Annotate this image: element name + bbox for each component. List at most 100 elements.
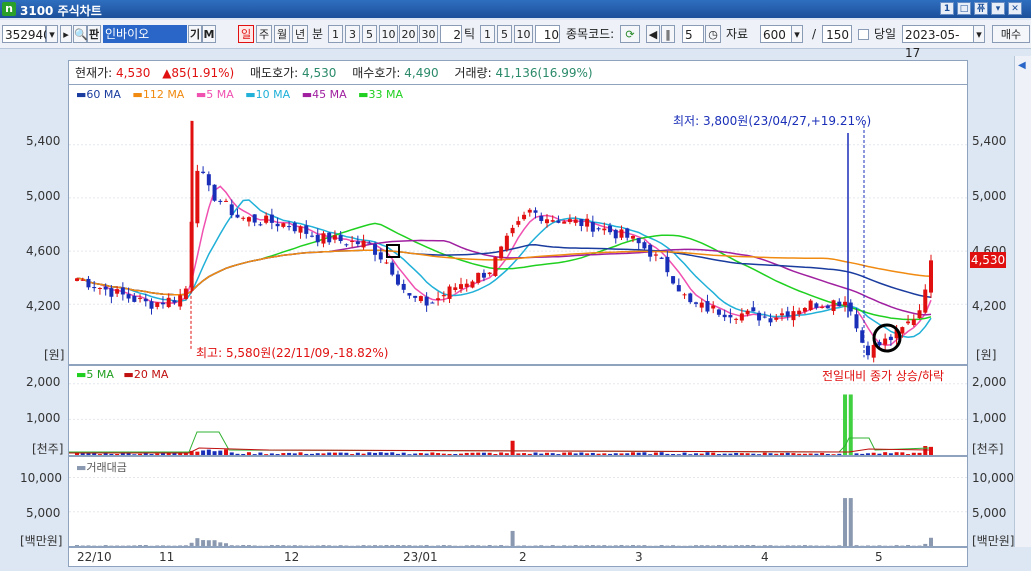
prev-icon[interactable]: ◀	[646, 25, 660, 43]
candle-body	[499, 246, 504, 259]
amt-unit-left: [백만원]	[20, 534, 63, 548]
candle-body	[235, 214, 240, 218]
window-button-4[interactable]: ▾	[991, 2, 1005, 15]
amount-bar	[659, 545, 664, 546]
period-day-button[interactable]: 일	[238, 25, 254, 43]
minute-3-button[interactable]: 3	[345, 25, 360, 43]
window-button-2[interactable]: □	[957, 2, 971, 15]
candle-body	[338, 235, 343, 242]
minute-1-button[interactable]: 1	[328, 25, 343, 43]
price-unit-right: [원]	[976, 348, 997, 362]
candle-body	[304, 225, 309, 234]
candle-body	[814, 303, 819, 308]
amount-bar	[395, 545, 400, 546]
candle-body	[464, 283, 469, 287]
sec-input[interactable]: 10	[535, 25, 560, 43]
minute-5-button[interactable]: 5	[362, 25, 377, 43]
refresh-icon[interactable]: ⟳	[620, 25, 640, 43]
candle-body	[246, 217, 251, 222]
candle-body	[573, 219, 578, 223]
volume: 41,136(16.99%)	[495, 66, 593, 80]
amount-bar	[252, 545, 257, 546]
volume-bar	[350, 454, 355, 455]
y-tick-right-4: 4,200	[972, 299, 1007, 313]
stock-code-input[interactable]: 352940	[2, 25, 51, 43]
amt-unit-right: [백만원]	[972, 534, 1015, 548]
candle-body	[476, 272, 481, 283]
buy-button[interactable]: 매수	[992, 25, 1030, 43]
amount-bar	[722, 545, 727, 546]
volume-bar	[292, 453, 297, 455]
amount-bar	[734, 545, 739, 546]
amount-bar	[447, 545, 452, 546]
candle-body	[579, 219, 584, 227]
minute-30-button[interactable]: 30	[419, 25, 438, 43]
candle-body	[321, 233, 326, 244]
amount-bar	[636, 545, 641, 546]
volume-bar	[699, 453, 704, 455]
volume-bar	[659, 452, 664, 455]
volume-bar	[562, 452, 567, 455]
minute-10-button[interactable]: 10	[379, 25, 398, 43]
amount-bar	[418, 545, 423, 546]
code-dropdown-icon[interactable]: ▾	[46, 25, 58, 43]
search-icon[interactable]: 🔍	[73, 25, 88, 43]
data-count-select[interactable]: 600	[760, 25, 792, 43]
price-unit-left: [원]	[44, 348, 65, 362]
date-input[interactable]: 2023-05-17	[902, 25, 974, 60]
candle-body	[762, 316, 767, 318]
candle-body	[779, 313, 784, 316]
sec-1-button[interactable]: 1	[480, 25, 495, 43]
today-checkbox[interactable]	[858, 29, 869, 40]
window-button-3[interactable]: 퓨	[974, 2, 988, 15]
amount-bar	[155, 545, 160, 546]
volume-bar	[378, 452, 383, 455]
volume-bar	[665, 453, 670, 455]
amount-bar	[848, 498, 853, 546]
amount-bar	[441, 545, 446, 546]
window-button-1[interactable]: 1	[940, 2, 954, 15]
sec-10-button[interactable]: 10	[514, 25, 533, 43]
amount-chart[interactable]	[69, 457, 967, 546]
minute-20-button[interactable]: 20	[399, 25, 418, 43]
candle-body	[493, 257, 498, 276]
pause-icon[interactable]: ‖	[661, 25, 675, 43]
candle-body	[218, 200, 223, 202]
volume-bar	[533, 452, 538, 455]
side-arrow-icon[interactable]: ◀	[1018, 60, 1026, 71]
vol-tick-right-2: 1,000	[972, 411, 1007, 425]
amount-bar	[390, 545, 395, 546]
x-tick-4: 23/01	[403, 550, 438, 564]
period-month-button[interactable]: 월	[274, 25, 290, 43]
total-input[interactable]: 150	[822, 25, 852, 43]
gi-button[interactable]: 기	[188, 25, 202, 43]
clock-icon[interactable]: ◷	[705, 25, 721, 43]
candle-body	[373, 244, 378, 255]
sec-5-button[interactable]: 5	[497, 25, 512, 43]
period-year-button[interactable]: 년	[292, 25, 308, 43]
data-count-dropdown-icon[interactable]: ▾	[791, 25, 803, 43]
candle-body	[241, 217, 246, 219]
volume-bar	[625, 453, 630, 455]
pan-icon[interactable]: 판	[87, 25, 101, 43]
date-dropdown-icon[interactable]: ▾	[973, 25, 985, 43]
amount-bar	[843, 498, 848, 546]
volume-bar	[441, 453, 446, 455]
next-arrow-icon[interactable]: ▸	[60, 25, 72, 43]
volume-bar	[384, 452, 389, 455]
tick-input[interactable]: 2	[440, 25, 462, 43]
candle-body	[802, 308, 807, 312]
stock-name-field[interactable]: 인바이오	[103, 25, 187, 43]
m-button[interactable]: M	[202, 25, 216, 43]
amount-bar	[269, 545, 274, 546]
volume-bar	[745, 453, 750, 455]
candle-body	[630, 235, 635, 239]
candle-body	[642, 242, 647, 249]
period-week-button[interactable]: 주	[256, 25, 272, 43]
count-input[interactable]: 5	[682, 25, 704, 43]
volume-bar	[831, 454, 836, 455]
side-scroll[interactable]: ◀	[1014, 56, 1031, 547]
amount-bar	[894, 545, 899, 546]
close-icon[interactable]: ✕	[1008, 2, 1022, 15]
candle-body	[160, 302, 165, 305]
